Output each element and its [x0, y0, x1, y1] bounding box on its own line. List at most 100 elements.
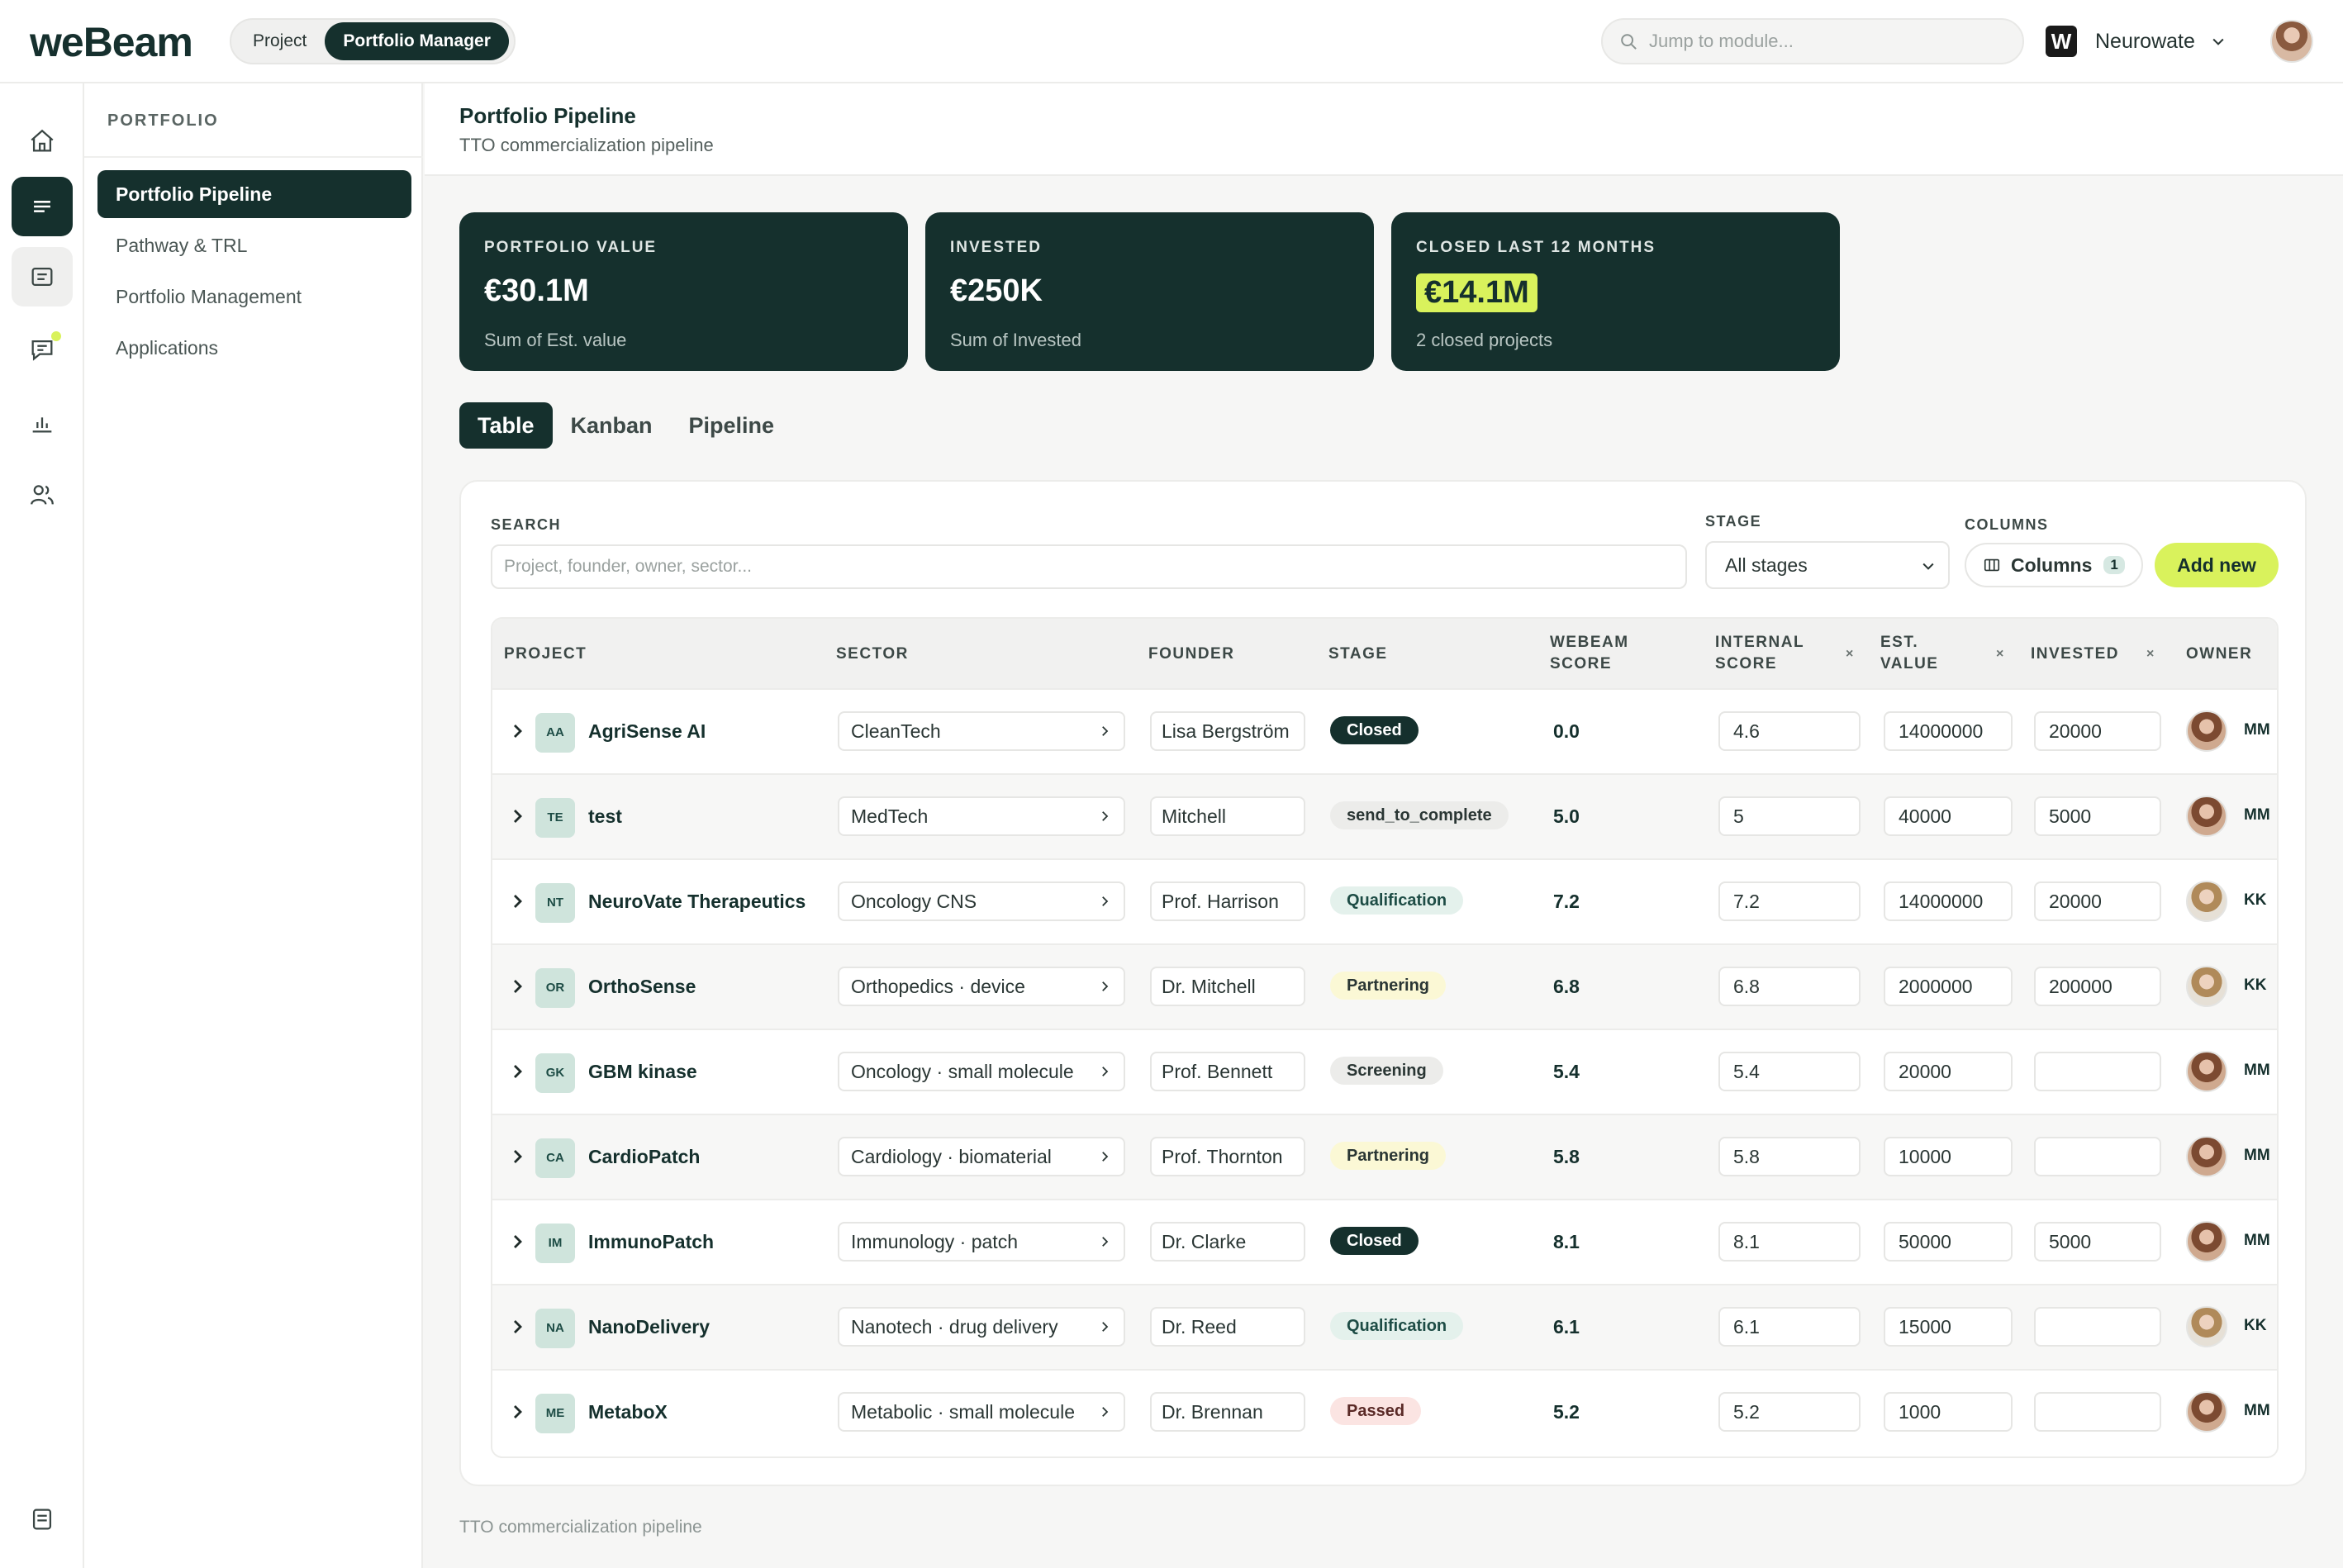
project-name[interactable]: CardioPatch	[588, 1146, 700, 1168]
table-row[interactable]: OR OrthoSense Orthopedics · device Dr. Mitc…	[492, 943, 2277, 1029]
est-value-input[interactable]: 14000000	[1884, 711, 2013, 751]
col-est-value[interactable]: EST. VALUE ×	[1880, 632, 2013, 675]
owner-avatar[interactable]	[2186, 710, 2227, 752]
internal-score-input[interactable]: 7.2	[1718, 881, 1861, 921]
owner-avatar[interactable]	[2186, 881, 2227, 922]
tab-table[interactable]: Table	[459, 402, 553, 449]
internal-score-input[interactable]: 5	[1718, 796, 1861, 836]
invested-input[interactable]	[2034, 1052, 2161, 1091]
est-value-input[interactable]: 20000	[1884, 1052, 2013, 1091]
founder-field[interactable]: Dr. Mitchell	[1150, 967, 1305, 1006]
founder-field[interactable]: Prof. Harrison	[1150, 881, 1305, 921]
table-row[interactable]: TE test MedTech Mitchell send_to_complete 5.0…	[492, 773, 2277, 858]
bottom-docs-nav[interactable]	[12, 1490, 73, 1549]
est-value-input[interactable]: 50000	[1884, 1222, 2013, 1262]
owner-avatar[interactable]	[2186, 1051, 2227, 1092]
project-name[interactable]: AgriSense AI	[588, 720, 706, 743]
col-invested[interactable]: INVESTED ×	[2031, 644, 2163, 665]
messages-nav[interactable]	[12, 320, 73, 379]
founder-field[interactable]: Prof. Bennett	[1150, 1052, 1305, 1091]
sector-select[interactable]: Cardiology · biomaterial	[838, 1137, 1125, 1176]
stage-badge[interactable]: Partnering	[1330, 972, 1447, 1000]
founder-field[interactable]: Dr. Clarke	[1150, 1222, 1305, 1262]
subnav-item-portfolio-management[interactable]: Portfolio Management	[97, 273, 411, 321]
stage-badge[interactable]: Qualification	[1330, 886, 1464, 915]
col-internal-score[interactable]: INTERNAL SCORE ×	[1715, 632, 1864, 675]
est-value-input[interactable]: 15000	[1884, 1307, 2013, 1347]
sector-select[interactable]: Oncology · small molecule	[838, 1052, 1125, 1091]
founder-field[interactable]: Lisa Bergström	[1150, 711, 1305, 751]
project-name[interactable]: MetaboX	[588, 1401, 668, 1423]
remove-column-icon[interactable]: ×	[1846, 644, 1853, 665]
sector-select[interactable]: Metabolic · small molecule	[838, 1392, 1125, 1432]
mode-portfolio-manager[interactable]: Portfolio Manager	[325, 22, 509, 60]
expand-row-icon[interactable]	[507, 976, 527, 996]
app-logo[interactable]: weBeam	[30, 18, 193, 66]
invested-input[interactable]: 20000	[2034, 711, 2161, 751]
project-name[interactable]: OrthoSense	[588, 976, 696, 998]
col-founder[interactable]: FOUNDER	[1148, 644, 1234, 665]
user-avatar[interactable]	[2270, 20, 2313, 63]
internal-score-input[interactable]: 5.4	[1718, 1052, 1861, 1091]
stage-badge[interactable]: Passed	[1330, 1397, 1422, 1425]
table-row[interactable]: NT NeuroVate Therapeutics Oncology CNS Prof…	[492, 858, 2277, 943]
invested-input[interactable]: 5000	[2034, 1222, 2161, 1262]
stage-badge[interactable]: Screening	[1330, 1057, 1443, 1085]
expand-row-icon[interactable]	[507, 891, 527, 911]
pipeline-nav[interactable]	[12, 177, 73, 236]
expand-row-icon[interactable]	[507, 721, 527, 741]
team-nav[interactable]	[12, 465, 73, 525]
sector-select[interactable]: Immunology · patch	[838, 1222, 1125, 1262]
tab-pipeline[interactable]: Pipeline	[671, 402, 793, 449]
home-nav[interactable]	[12, 112, 73, 171]
expand-row-icon[interactable]	[507, 1232, 527, 1252]
remove-column-icon[interactable]: ×	[1996, 644, 2003, 665]
founder-field[interactable]: Dr. Reed	[1150, 1307, 1305, 1347]
stage-badge[interactable]: Qualification	[1330, 1312, 1464, 1340]
project-name[interactable]: GBM kinase	[588, 1061, 697, 1083]
stage-badge[interactable]: Closed	[1330, 716, 1419, 744]
stage-select[interactable]: All stages	[1705, 541, 1950, 589]
search-input[interactable]: Project, founder, owner, sector...	[491, 544, 1687, 589]
internal-score-input[interactable]: 5.2	[1718, 1392, 1861, 1432]
owner-avatar[interactable]	[2186, 966, 2227, 1007]
invested-input[interactable]: 200000	[2034, 967, 2161, 1006]
invested-input[interactable]	[2034, 1307, 2161, 1347]
col-project[interactable]: PROJECT	[504, 644, 587, 665]
sector-select[interactable]: Nanotech · drug delivery	[838, 1307, 1125, 1347]
internal-score-input[interactable]: 6.8	[1718, 967, 1861, 1006]
add-new-button[interactable]: Add new	[2155, 543, 2279, 587]
jump-to-module-input[interactable]: Jump to module...	[1601, 18, 2024, 64]
stage-badge[interactable]: Partnering	[1330, 1142, 1447, 1170]
project-name[interactable]: NanoDelivery	[588, 1316, 710, 1338]
invested-input[interactable]	[2034, 1137, 2161, 1176]
table-row[interactable]: IM ImmunoPatch Immunology · patch Dr. Clark…	[492, 1199, 2277, 1284]
founder-field[interactable]: Mitchell	[1150, 796, 1305, 836]
owner-avatar[interactable]	[2186, 1136, 2227, 1177]
internal-score-input[interactable]: 8.1	[1718, 1222, 1861, 1262]
col-owner[interactable]: OWNER	[2186, 644, 2252, 665]
est-value-input[interactable]: 1000	[1884, 1392, 2013, 1432]
internal-score-input[interactable]: 5.8	[1718, 1137, 1861, 1176]
table-row[interactable]: CA CardioPatch Cardiology · biomaterial Pro…	[492, 1114, 2277, 1199]
sector-select[interactable]: Orthopedics · device	[838, 967, 1125, 1006]
invested-input[interactable]: 20000	[2034, 881, 2161, 921]
invested-input[interactable]	[2034, 1392, 2161, 1432]
sector-select[interactable]: MedTech	[838, 796, 1125, 836]
subnav-item-pathway-trl[interactable]: Pathway & TRL	[97, 221, 411, 269]
org-switcher[interactable]: W Neurowate	[2046, 25, 2227, 58]
documents-nav[interactable]	[12, 247, 73, 306]
project-name[interactable]: test	[588, 805, 622, 828]
internal-score-input[interactable]: 6.1	[1718, 1307, 1861, 1347]
subnav-item-portfolio-pipeline[interactable]: Portfolio Pipeline	[97, 170, 411, 218]
table-row[interactable]: NA NanoDelivery Nanotech · drug delivery Dr…	[492, 1284, 2277, 1369]
stage-badge[interactable]: Closed	[1330, 1227, 1419, 1255]
est-value-input[interactable]: 2000000	[1884, 967, 2013, 1006]
analytics-nav[interactable]	[12, 392, 73, 452]
est-value-input[interactable]: 10000	[1884, 1137, 2013, 1176]
table-row[interactable]: AA AgriSense AI CleanTech Lisa Bergström Clo…	[492, 688, 2277, 773]
expand-row-icon[interactable]	[507, 806, 527, 826]
mode-project[interactable]: Project	[235, 22, 325, 60]
expand-row-icon[interactable]	[507, 1147, 527, 1166]
col-sector[interactable]: SECTOR	[836, 644, 909, 665]
